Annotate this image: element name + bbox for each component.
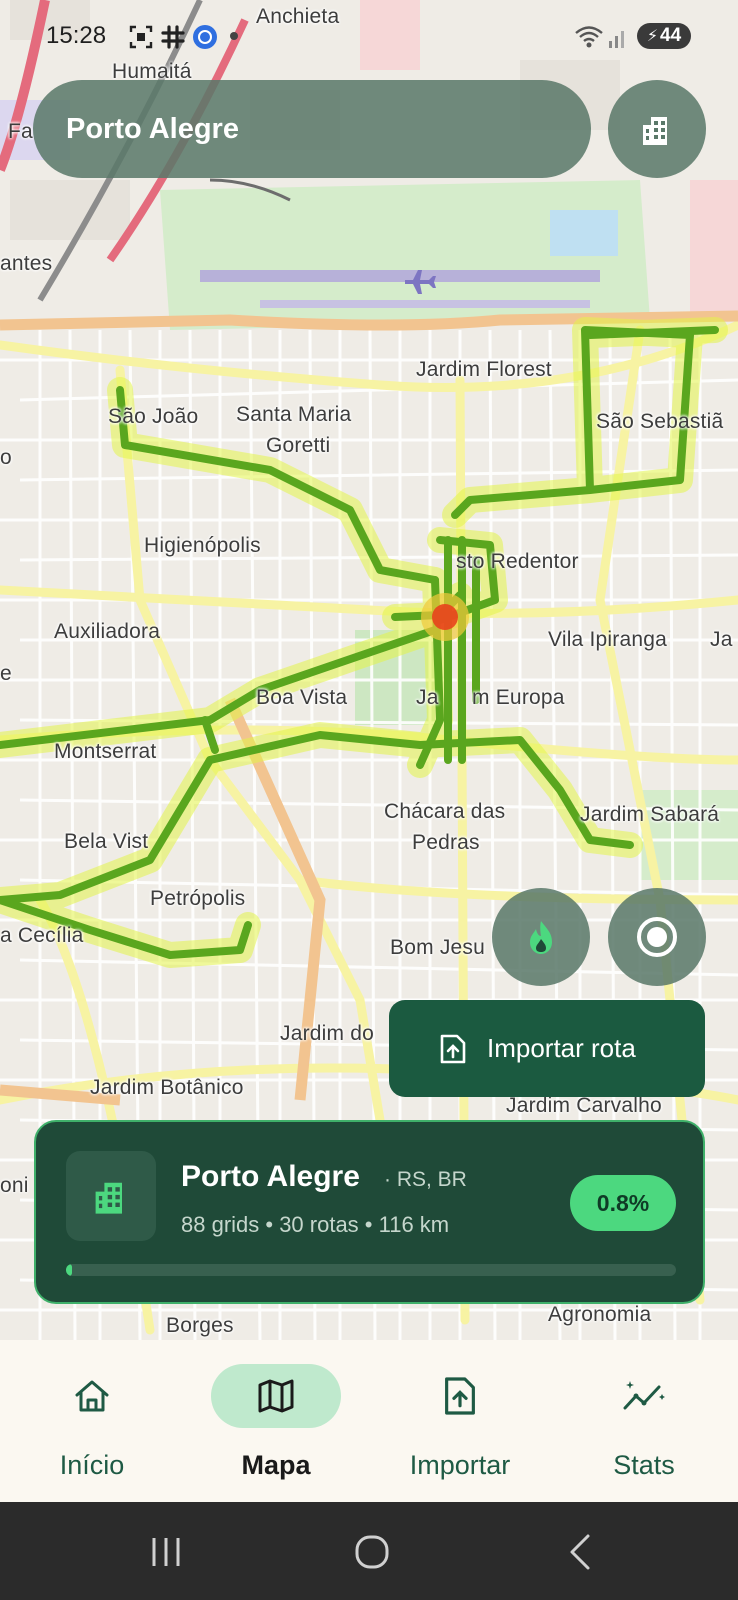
nav-pill-stats (579, 1364, 709, 1428)
nav-item-stats[interactable]: Stats (552, 1340, 736, 1502)
nav-label-inicio: Início (59, 1450, 125, 1480)
nav-label-importar: Importar (409, 1450, 511, 1480)
map-place-label: Agronomia (548, 1303, 652, 1326)
city-icon-box (66, 1151, 156, 1241)
nav-pill-inicio (27, 1364, 157, 1428)
map-place-label: Fa (8, 120, 33, 143)
map-place-label: Auxiliadora (54, 620, 161, 643)
city-search-field[interactable]: Porto Alegre (33, 80, 591, 178)
back-icon[interactable] (562, 1532, 598, 1572)
record-icon (637, 917, 677, 957)
map-icon (258, 1379, 294, 1413)
map-place-label: Jardim Florest (416, 358, 552, 381)
status-bar: 15:28 ⚡ 44 (0, 0, 738, 72)
map-place-label: antes (0, 252, 53, 275)
map-place-label: Boa Vista (256, 686, 348, 709)
import-route-button[interactable]: Importar rota (389, 1000, 705, 1097)
map-place-label: m Europa (472, 686, 565, 709)
home-icon (75, 1380, 109, 1412)
heatmap-toggle-button[interactable] (492, 888, 590, 986)
screenshot-icon (129, 25, 153, 49)
city-name: Porto Alegre (181, 1160, 360, 1193)
nav-label-stats: Stats (613, 1450, 675, 1480)
map-place-label: oni (0, 1174, 29, 1197)
map-place-label: Ja (710, 628, 733, 651)
record-route-button[interactable] (608, 888, 706, 986)
city-stats: 88 grids • 30 rotas • 116 km (181, 1212, 450, 1237)
map-place-label: Petrópolis (150, 887, 246, 910)
nav-item-mapa[interactable]: Mapa (184, 1340, 368, 1502)
map-place-label: Montserrat (54, 740, 157, 763)
coverage-progress-fill (66, 1264, 73, 1276)
import-route-label: Importar rota (487, 1033, 636, 1063)
nav-item-importar[interactable]: Importar (368, 1340, 552, 1502)
map-place-label: Borges (166, 1314, 234, 1337)
chart-sparkle-icon (623, 1381, 665, 1410)
file-upload-icon (440, 1034, 466, 1063)
map-place-label: Jardim Carvalho (506, 1094, 662, 1117)
system-navigation-bar (0, 1502, 738, 1600)
map-place-label: Jardim Sabará (580, 803, 720, 826)
recent-apps-icon[interactable] (148, 1534, 184, 1570)
more-dot-icon (230, 32, 238, 40)
bolt-icon: ⚡ (646, 28, 659, 45)
signal-icon (609, 31, 624, 48)
status-time: 15:28 (46, 22, 107, 49)
map-place-label: Bom Jesu (390, 936, 485, 959)
file-upload-icon (445, 1377, 475, 1415)
map-place-label: Higienópolis (144, 534, 261, 557)
map-place-label: Jardim do (280, 1022, 375, 1045)
home-button-icon[interactable] (352, 1532, 392, 1572)
coverage-progress-bar (66, 1264, 676, 1276)
city-select-button[interactable] (608, 80, 706, 178)
vpn-icon (193, 25, 217, 49)
buildings-icon (643, 117, 667, 145)
buildings-icon (95, 1182, 122, 1214)
coverage-percent-badge: 0.8% (570, 1175, 676, 1231)
city-search-value: Porto Alegre (66, 112, 239, 145)
nav-pill-mapa (211, 1364, 341, 1428)
slack-icon (161, 25, 185, 49)
map-place-label: a Cecília (0, 924, 84, 947)
nav-pill-importar (395, 1364, 525, 1428)
map-place-label: Pedras (412, 831, 480, 854)
battery-level: 44 (660, 25, 682, 46)
map-place-label: Goretti (266, 434, 331, 457)
map-place-label: e (0, 662, 12, 685)
map-place-label: Chácara das (384, 800, 506, 823)
map-place-label: São Sebastiã (596, 410, 724, 433)
map-place-label: Vila Ipiranga (548, 628, 667, 651)
nav-label-mapa: Mapa (241, 1450, 311, 1480)
wifi-icon (575, 26, 603, 48)
map-place-label: sto Redentor (456, 550, 579, 573)
city-region: · RS, BR (384, 1168, 467, 1191)
map-place-label: Bela Vist (64, 830, 149, 853)
map-place-label: São João (108, 405, 199, 428)
city-progress-card[interactable]: Porto Alegre · RS, BR 88 grids • 30 rota… (34, 1120, 705, 1304)
battery-indicator: ⚡ 44 (637, 23, 691, 49)
flame-icon (530, 921, 552, 954)
map-place-label: o (0, 446, 12, 469)
nav-item-inicio[interactable]: Início (0, 1340, 184, 1502)
map-place-label: Ja (416, 686, 439, 709)
map-place-label: Santa Maria (236, 403, 352, 426)
map-place-label: Jardim Botânico (90, 1076, 244, 1099)
bottom-navigation: Início Mapa Importar Stats (0, 1340, 738, 1502)
